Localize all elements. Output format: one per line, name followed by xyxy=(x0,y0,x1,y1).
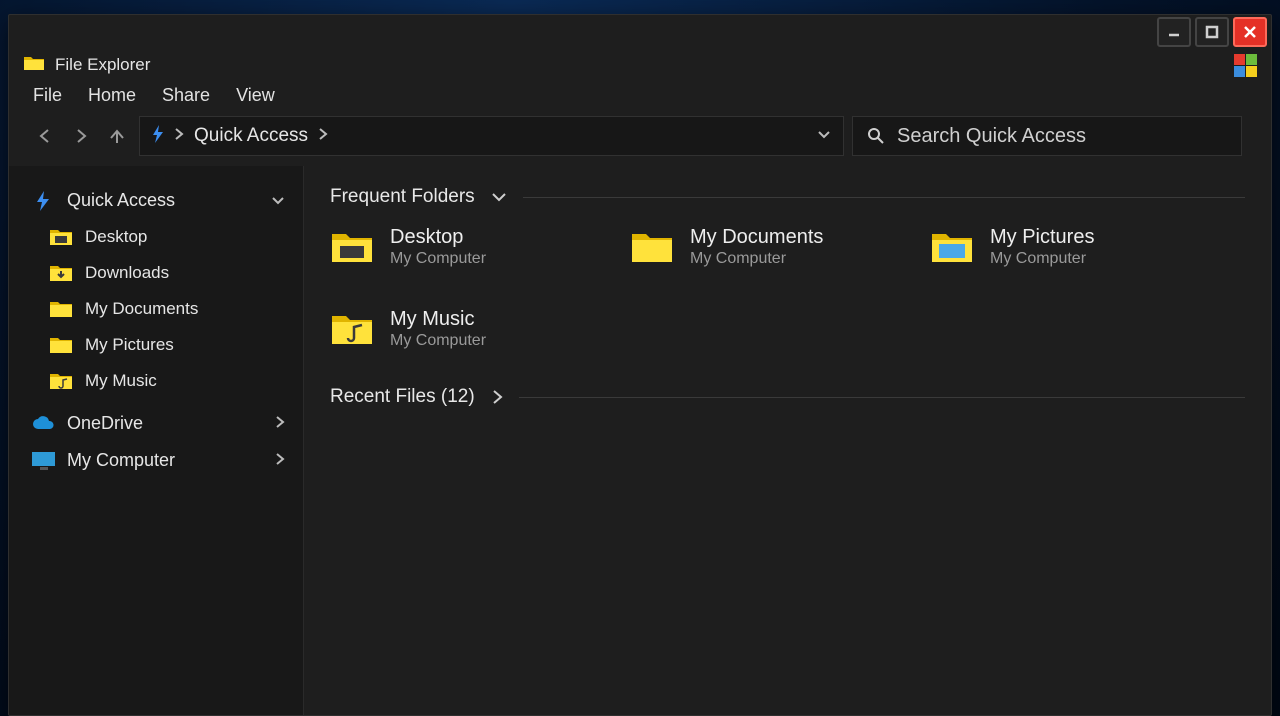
section-title: Frequent Folders xyxy=(330,186,475,208)
chevron-right-icon[interactable] xyxy=(275,413,285,434)
address-dropdown[interactable] xyxy=(817,127,831,145)
menu-share[interactable]: Share xyxy=(162,85,210,106)
arrow-up-icon xyxy=(108,127,126,145)
minimize-button[interactable] xyxy=(1157,17,1191,47)
chevron-down-icon[interactable] xyxy=(271,190,285,211)
sidebar-item-label: Downloads xyxy=(85,263,169,283)
section-recent-files[interactable]: Recent Files (12) xyxy=(330,386,1245,408)
folder-icon xyxy=(49,299,73,319)
menu-home[interactable]: Home xyxy=(88,85,136,106)
cloud-icon xyxy=(31,416,55,432)
sidebar-item-pictures[interactable]: My Pictures xyxy=(9,327,303,363)
windows-logo-icon xyxy=(1234,54,1257,77)
chevron-right-icon xyxy=(174,127,184,146)
folder-desktop-icon xyxy=(49,227,73,247)
sidebar-item-music[interactable]: My Music xyxy=(9,363,303,399)
chevron-down-icon xyxy=(491,191,507,203)
title-bar: File Explorer xyxy=(9,49,1271,81)
maximize-button[interactable] xyxy=(1195,17,1229,47)
folder-location: My Computer xyxy=(390,332,486,350)
breadcrumb[interactable]: Quick Access xyxy=(194,125,308,147)
menu-bar: File Home Share View xyxy=(9,81,1271,114)
folder-documents[interactable]: My Documents My Computer xyxy=(630,226,910,268)
address-bar[interactable]: Quick Access xyxy=(139,116,844,156)
folder-downloads-icon xyxy=(49,263,73,283)
section-frequent-folders[interactable]: Frequent Folders xyxy=(330,186,1245,208)
section-title: Recent Files (12) xyxy=(330,386,475,408)
folder-pictures[interactable]: My Pictures My Computer xyxy=(930,226,1210,268)
frequent-folders-grid: Desktop My Computer My Documents My Comp… xyxy=(330,226,1210,350)
nav-up-button[interactable] xyxy=(103,122,131,150)
folder-music[interactable]: My Music My Computer xyxy=(330,308,610,350)
sidebar-my-computer[interactable]: My Computer xyxy=(9,442,303,479)
folder-icon xyxy=(630,228,674,266)
menu-view[interactable]: View xyxy=(236,85,275,106)
folder-music-icon xyxy=(49,371,73,391)
folder-name: Desktop xyxy=(390,226,486,248)
folder-location: My Computer xyxy=(990,250,1094,268)
folder-pictures-icon xyxy=(49,335,73,355)
folder-name: My Documents xyxy=(690,226,823,248)
sidebar-item-label: OneDrive xyxy=(67,413,143,434)
search-box[interactable] xyxy=(852,116,1242,156)
folder-pictures-icon xyxy=(930,228,974,266)
folder-location: My Computer xyxy=(390,250,486,268)
folder-music-icon xyxy=(330,310,374,348)
sidebar-item-label: Desktop xyxy=(85,227,147,247)
nav-back-button[interactable] xyxy=(31,122,59,150)
search-icon xyxy=(867,127,885,145)
content-pane: Frequent Folders Desktop My Computer xyxy=(304,166,1271,715)
maximize-icon xyxy=(1204,24,1220,40)
monitor-icon xyxy=(31,451,55,471)
divider xyxy=(523,197,1245,198)
nav-forward-button[interactable] xyxy=(67,122,95,150)
sidebar-item-desktop[interactable]: Desktop xyxy=(9,219,303,255)
sidebar-item-label: My Music xyxy=(85,371,157,391)
chevron-right-icon[interactable] xyxy=(275,450,285,471)
sidebar: Quick Access Desktop Downloads My D xyxy=(9,166,304,715)
chevron-right-icon xyxy=(318,127,328,146)
folder-desktop-icon xyxy=(330,228,374,266)
app-folder-icon xyxy=(23,54,45,77)
arrow-right-icon xyxy=(72,127,90,145)
sidebar-item-downloads[interactable]: Downloads xyxy=(9,255,303,291)
sidebar-onedrive[interactable]: OneDrive xyxy=(9,405,303,442)
bolt-icon xyxy=(152,125,164,148)
file-explorer-window: File Explorer File Home Share View Quick… xyxy=(8,14,1272,716)
sidebar-item-label: My Documents xyxy=(85,299,198,319)
folder-name: My Pictures xyxy=(990,226,1094,248)
folder-desktop[interactable]: Desktop My Computer xyxy=(330,226,610,268)
divider xyxy=(519,397,1245,398)
search-input[interactable] xyxy=(897,125,1227,148)
sidebar-item-label: My Computer xyxy=(67,450,175,471)
chevron-right-icon xyxy=(491,389,503,405)
arrow-left-icon xyxy=(36,127,54,145)
menu-file[interactable]: File xyxy=(33,85,62,106)
sidebar-quick-access[interactable]: Quick Access xyxy=(9,182,303,219)
sidebar-item-label: My Pictures xyxy=(85,335,174,355)
window-caption xyxy=(9,15,1271,49)
nav-bar: Quick Access xyxy=(9,114,1271,166)
body: Quick Access Desktop Downloads My D xyxy=(9,166,1271,715)
bolt-icon xyxy=(31,191,55,211)
folder-name: My Music xyxy=(390,308,486,330)
sidebar-item-documents[interactable]: My Documents xyxy=(9,291,303,327)
close-icon xyxy=(1242,24,1258,40)
sidebar-item-label: Quick Access xyxy=(67,190,175,211)
minimize-icon xyxy=(1166,24,1182,40)
folder-location: My Computer xyxy=(690,250,823,268)
app-title: File Explorer xyxy=(55,55,150,75)
close-button[interactable] xyxy=(1233,17,1267,47)
